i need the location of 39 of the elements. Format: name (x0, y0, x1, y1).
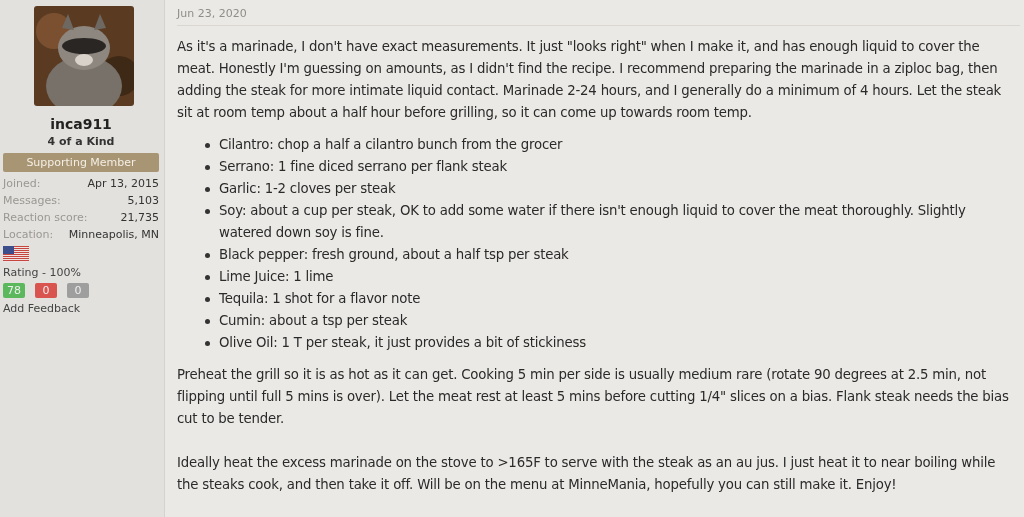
user-title: 4 of a Kind (47, 135, 115, 148)
stat-value: Apr 13, 2015 (87, 176, 159, 192)
bullet-icon (205, 165, 210, 170)
list-item-text: Lime Juice: 1 lime (219, 268, 334, 286)
list-item-text: Tequila: 1 shot for a flavor note (219, 290, 421, 308)
post-paragraph: Ideally heat the excess marinade on the stove to >165F to serve with the steak as an au jus. I just heat it to near boiling while the steaks cook, and then take it off. Will be on the menu at MinneMania, hopefully you can still make it. Enjoy! (177, 454, 997, 494)
bullet-icon (205, 275, 210, 280)
feedback-count: 78 (3, 283, 25, 298)
stat-value: 21,735 (120, 210, 159, 226)
bullet-icon (205, 187, 210, 192)
stat-value: Minneapolis, MN (68, 227, 159, 243)
stat-value: 5,103 (127, 193, 159, 209)
stat-label: Messages: (3, 193, 61, 209)
member-banner: Supporting Member (3, 153, 159, 172)
stat-label: Reaction score: (3, 210, 88, 226)
list-item-text: Serrano: 1 fine diced serrano per flank steak (219, 158, 508, 176)
bullet-icon (205, 297, 210, 302)
bullet-icon (205, 319, 210, 324)
post-date: Jun 23, 2020 (177, 5, 1020, 26)
list-item-text: Olive Oil: 1 T per steak, it just provides a bit of stickiness (219, 334, 586, 352)
bullet-icon (205, 341, 210, 346)
list-item-text: Garlic: 1-2 cloves per steak (219, 180, 396, 198)
bullet-icon (205, 253, 210, 258)
stat-label: Joined: (3, 176, 41, 192)
username[interactable]: inca911 (50, 116, 112, 132)
post-paragraph: As it's a marinade, I don't have exact measurements. It just "looks right" when I make it, and has enough liquid to cover the meat. Honestly I'm guessing on amounts, as I didn't find the recipe. I recommend preparing the marinade in a ziploc bag, then adding the steak for more intimate liquid contact. Marinade 2-24 hours, and I generally do a minimum of 4 hours. Let the steak sit at room temp about a half hour before grilling, so it can come up towards room temp. (177, 38, 1003, 122)
bullet-icon (205, 143, 210, 148)
list-item-text: Black pepper: fresh ground, about a half tsp per steak (219, 246, 569, 264)
rating-text: Rating - 100% (3, 266, 82, 279)
list-item-text: Soy: about a cup per steak, OK to add some water if there isn't enough liquid to cover the meat thoroughly. Slightly watered down soy is fine. (219, 202, 967, 242)
feedback-count: 0 (67, 283, 89, 298)
feedback-count: 0 (35, 283, 57, 298)
bullet-icon (205, 209, 210, 214)
add-feedback-link[interactable]: Add Feedback (3, 302, 159, 315)
stat-label: Location: (3, 227, 54, 243)
post-paragraph: Preheat the grill so it is as hot as it can get. Cooking 5 min per side is usually medium rare (rotate 90 degrees at 2.5 min, not flipping until full 5 mins is over). Let the meat rest at least 5 mins before cutting 1/4" slices on a bias. Flank steak needs the bias cut to be tender. (177, 366, 1010, 428)
flag-icon (3, 246, 29, 262)
list-item-text: Cumin: about a tsp per steak (219, 312, 408, 330)
list-item-text: Cilantro: chop a half a cilantro bunch from the grocer (219, 136, 563, 154)
